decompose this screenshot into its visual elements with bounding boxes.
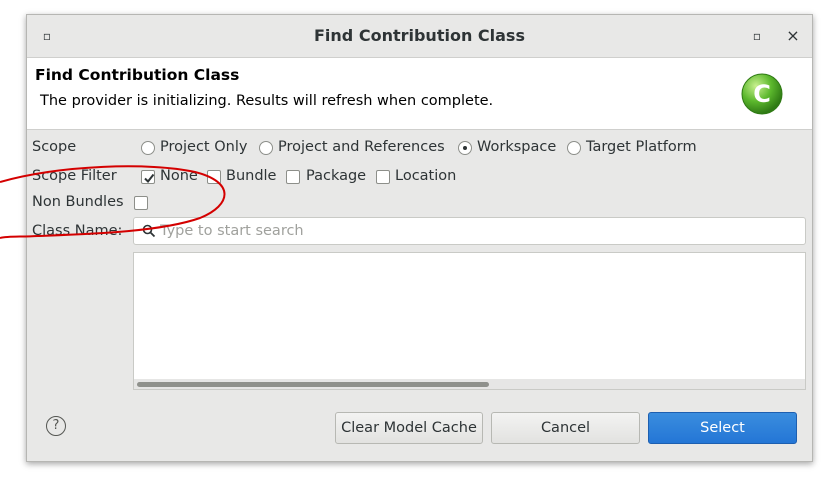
non-bundles-label: Non Bundles [32, 194, 124, 210]
scope-target-platform-label[interactable]: Target Platform [586, 139, 697, 155]
filter-location-checkbox[interactable] [376, 170, 390, 184]
scope-label: Scope [32, 139, 77, 155]
filter-bundle-checkbox[interactable] [207, 170, 221, 184]
scrollbar-thumb[interactable] [137, 382, 489, 387]
class-name-search-field[interactable] [133, 217, 806, 245]
select-button[interactable]: Select [648, 412, 797, 444]
class-name-label: Class Name: [32, 223, 123, 239]
logo-letter: C [753, 80, 771, 108]
scope-project-references-radio[interactable] [259, 141, 273, 155]
scope-filter-label: Scope Filter [32, 168, 117, 184]
dialog-header: Find Contribution Class The provider is … [27, 58, 812, 130]
filter-package-label[interactable]: Package [306, 168, 366, 184]
filter-package-checkbox[interactable] [286, 170, 300, 184]
filter-none-checkbox[interactable] [141, 170, 155, 184]
header-message: The provider is initializing. Results wi… [40, 93, 494, 109]
results-list[interactable] [133, 252, 806, 390]
title-bar: ▫ Find Contribution Class ▫ × [27, 15, 812, 58]
scope-project-only-label[interactable]: Project Only [160, 139, 247, 155]
close-icon[interactable]: × [785, 28, 801, 44]
clear-model-cache-button[interactable]: Clear Model Cache [335, 412, 483, 444]
help-icon[interactable]: ? [46, 416, 66, 436]
scope-project-only-radio[interactable] [141, 141, 155, 155]
checkmark-icon [144, 173, 155, 184]
filter-none-label[interactable]: None [160, 168, 198, 184]
cancel-button[interactable]: Cancel [491, 412, 640, 444]
contribution-class-logo-icon: C [741, 73, 783, 115]
window-title: Find Contribution Class [314, 26, 525, 45]
non-bundles-checkbox[interactable] [134, 196, 148, 210]
find-contribution-class-dialog: ▫ Find Contribution Class ▫ × Find Contr… [26, 14, 813, 462]
scope-workspace-label[interactable]: Workspace [477, 139, 556, 155]
search-icon [142, 224, 156, 238]
scope-project-references-label[interactable]: Project and References [278, 139, 445, 155]
maximize-icon[interactable]: ▫ [749, 28, 765, 44]
header-title: Find Contribution Class [35, 66, 240, 84]
scope-target-platform-radio[interactable] [567, 141, 581, 155]
filter-location-label[interactable]: Location [395, 168, 456, 184]
filter-bundle-label[interactable]: Bundle [226, 168, 276, 184]
class-name-input[interactable] [160, 221, 790, 241]
scope-workspace-radio[interactable] [458, 141, 472, 155]
horizontal-scrollbar[interactable] [134, 379, 805, 389]
